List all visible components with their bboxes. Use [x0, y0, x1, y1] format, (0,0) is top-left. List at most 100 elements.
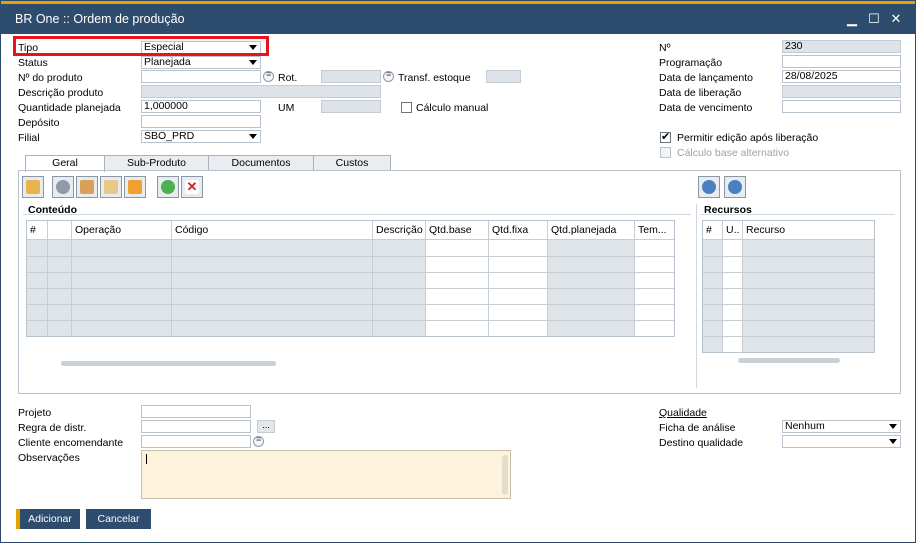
conteudo-horizontal-scrollbar[interactable]	[61, 361, 276, 366]
users-icon[interactable]	[76, 176, 98, 198]
ficha-label: Ficha de análise	[659, 422, 736, 434]
programacao-input[interactable]	[782, 55, 901, 68]
table-row	[27, 272, 674, 273]
permitir-edicao-checkbox[interactable]: ✔	[660, 131, 671, 143]
qtd-label: Quantidade planejada	[18, 102, 121, 114]
rot-input	[321, 70, 381, 83]
recursos-horizontal-scrollbar[interactable]	[738, 358, 840, 363]
tools-icon[interactable]	[100, 176, 122, 198]
observacoes-label: Observações	[18, 452, 80, 464]
window-title: BR One :: Ordem de produção	[15, 12, 185, 26]
produto-input[interactable]	[141, 70, 261, 83]
numero-input: 230	[782, 40, 901, 53]
table-row	[703, 272, 874, 273]
conteudo-grid[interactable]: # Operação Código Descrição Qtd.base Qtd…	[26, 220, 675, 337]
res-col-header-recurso[interactable]: Recurso	[743, 221, 874, 240]
tab-documentos[interactable]: Documentos	[208, 155, 314, 171]
highlight-box	[13, 36, 269, 56]
lancamento-input[interactable]: 28/08/2025	[782, 70, 901, 83]
descricao-input	[141, 85, 381, 98]
refresh-icon[interactable]	[157, 176, 179, 198]
status-dropdown[interactable]: Planejada	[141, 56, 261, 69]
delete-icon[interactable]: ✕	[181, 176, 203, 198]
col-header-qtd-base[interactable]: Qtd.base	[426, 221, 489, 240]
recursos-section-line	[700, 214, 895, 215]
table-row	[703, 288, 874, 289]
conteudo-section-line	[23, 214, 691, 215]
table-row	[27, 256, 674, 257]
cancel-button[interactable]: Cancelar	[86, 509, 151, 529]
destino-label: Destino qualidade	[659, 437, 744, 449]
settings-gear-icon[interactable]	[52, 176, 74, 198]
maximize-icon[interactable]: ☐	[866, 11, 882, 27]
table-row	[27, 320, 674, 321]
minimize-icon[interactable]: ▁	[844, 11, 860, 27]
observacoes-scrollbar[interactable]	[502, 455, 508, 495]
title-bar[interactable]: BR One :: Ordem de produção ▁ ☐ ✕	[1, 1, 915, 34]
table-row	[27, 304, 674, 305]
vencimento-input[interactable]	[782, 100, 901, 113]
rot-label: Rot.	[278, 72, 298, 84]
col-header-operacao[interactable]: Operação	[72, 221, 172, 240]
res-col-header-number[interactable]: #	[703, 221, 723, 240]
recursos-divider	[696, 204, 697, 388]
remove-resource-icon[interactable]	[724, 176, 746, 198]
filial-dropdown[interactable]: SBO_PRD	[141, 130, 261, 143]
produto-link-icon[interactable]	[263, 69, 274, 82]
table-row	[27, 288, 674, 289]
um-input	[321, 100, 381, 113]
deposito-input[interactable]	[141, 115, 261, 128]
table-row	[703, 320, 874, 321]
col-header-tempo[interactable]: Tem...	[635, 221, 674, 240]
check-icon: ✔	[661, 131, 671, 143]
qualidade-title: Qualidade	[659, 407, 707, 419]
recursos-grid[interactable]: # U.. Recurso	[702, 220, 875, 353]
col-header-qtd-planejada[interactable]: Qtd.planejada	[548, 221, 635, 240]
add-resource-icon[interactable]	[698, 176, 720, 198]
tab-sub-produto[interactable]: Sub-Produto	[104, 155, 209, 171]
transf-label: Transf. estoque	[398, 72, 471, 84]
col-header-descricao[interactable]: Descrição	[373, 221, 426, 240]
destino-dropdown[interactable]	[782, 435, 901, 448]
regra-label: Regra de distr.	[18, 422, 87, 434]
close-icon[interactable]: ✕	[888, 11, 904, 27]
filial-label: Filial	[18, 132, 40, 144]
add-button[interactable]: Adicionar	[16, 509, 80, 529]
status-label: Status	[18, 57, 48, 69]
table-row	[703, 336, 874, 337]
projeto-input[interactable]	[141, 405, 251, 418]
deposito-label: Depósito	[18, 117, 60, 129]
rot-link-icon[interactable]	[383, 69, 394, 82]
cliente-label: Cliente encomendante	[18, 437, 124, 449]
descricao-label: Descrição produto	[18, 87, 104, 99]
lancamento-label: Data de lançamento	[659, 72, 753, 84]
tab-custos[interactable]: Custos	[313, 155, 391, 171]
table-row	[703, 304, 874, 305]
col-header-qtd-fixa[interactable]: Qtd.fixa	[489, 221, 548, 240]
cliente-link-icon[interactable]	[253, 434, 264, 447]
observacoes-textarea[interactable]	[141, 450, 511, 499]
transf-input	[486, 70, 521, 83]
col-header-type[interactable]	[48, 221, 72, 240]
permitir-edicao-label: Permitir edição após liberação	[677, 132, 819, 144]
produto-label: Nº do produto	[18, 72, 83, 84]
regra-input[interactable]	[141, 420, 251, 433]
res-col-header-u[interactable]: U..	[723, 221, 743, 240]
text-cursor	[146, 454, 147, 464]
package-icon[interactable]	[124, 176, 146, 198]
um-label: UM	[278, 102, 295, 114]
open-folder-icon[interactable]	[22, 176, 44, 198]
col-header-number[interactable]: #	[27, 221, 48, 240]
vencimento-label: Data de vencimento	[659, 102, 753, 114]
col-header-codigo[interactable]: Código	[172, 221, 373, 240]
calculo-manual-checkbox[interactable]	[401, 102, 412, 113]
ficha-dropdown[interactable]: Nenhum	[782, 420, 901, 433]
calculo-alternativo-checkbox	[660, 147, 671, 158]
cliente-input[interactable]	[141, 435, 251, 448]
regra-browse-button[interactable]: ...	[257, 420, 275, 433]
calculo-manual-label: Cálculo manual	[416, 102, 489, 114]
qtd-input[interactable]: 1,000000	[141, 100, 261, 113]
programacao-label: Programação	[659, 57, 723, 69]
production-order-window: BR One :: Ordem de produção ▁ ☐ ✕ Tipo E…	[0, 0, 916, 543]
projeto-label: Projeto	[18, 407, 52, 419]
